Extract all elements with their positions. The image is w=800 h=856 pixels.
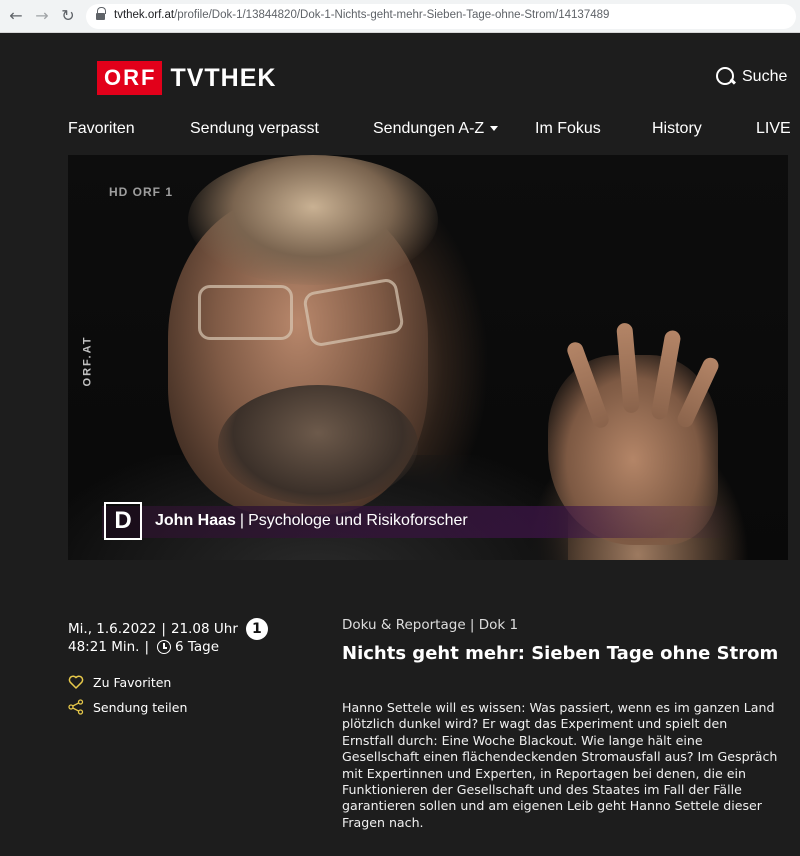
logo-orf: ORF [97,61,163,95]
add-to-favorites-button[interactable]: Zu Favoriten [68,674,171,690]
back-arrow-icon[interactable]: ← [6,6,26,26]
share-label: Sendung teilen [93,699,188,715]
add-to-favorites-label: Zu Favoriten [93,674,172,690]
episode-title: Nichts geht mehr: Sieben Tage ohne Strom [342,643,779,664]
heart-icon [68,675,84,689]
orf-tvthek-logo[interactable]: ORF TVTHEK [97,61,276,95]
video-player[interactable]: HD ORF 1 ORF.AT D John Haas | Psychologe u… [68,155,788,560]
episode-description: Hanno Settele will es wissen: Was passie… [342,700,778,830]
main-navigation: Favoriten Sendung verpasst Sendungen A-Z… [0,120,800,142]
caption-separator: | [239,512,245,529]
logo-tvthek: TVTHEK [170,63,277,92]
genre-breadcrumb[interactable]: Doku & Reportage | Dok 1 [342,617,518,633]
url-host: tvthek.orf.at [114,9,175,21]
share-icon [68,699,84,715]
caption-role: Psychologe und Risikoforscher [248,512,468,529]
orf-at-side-label: ORF.AT [81,335,94,387]
video-frame-hair [188,155,438,285]
channel-watermark: HD ORF 1 [109,185,174,199]
meta-separator: | [144,639,150,655]
duration: 48:21 Min. [68,639,140,655]
chevron-down-icon [490,126,499,132]
search-button[interactable]: Suche [716,67,787,87]
nav-item-favoriten[interactable]: Favoriten [68,120,135,138]
availability: 6 Tage [175,639,220,655]
address-bar[interactable]: tvthek.orf.at/profile/Dok-1/13844820/Dok… [86,4,796,29]
broadcast-date-time: Mi., 1.6.2022 | 21.08 Uhr 1 [68,618,268,640]
video-frame-glasses-left [198,285,293,340]
caption-name: John Haas [155,512,236,529]
video-caption: John Haas | Psychologe und Risikoforscher [155,512,468,530]
broadcast-time: 21.08 Uhr [170,621,238,637]
nav-item-sendung-verpasst[interactable]: Sendung verpasst [190,120,319,138]
browser-toolbar: ← → ↻ tvthek.orf.at/profile/Dok-1/138448… [0,0,800,33]
lock-icon [96,7,106,21]
search-icon [716,67,736,87]
duration-availability: 48:21 Min. | 6 Tage [68,639,219,655]
nav-item-sendungen-a-z-label: Sendungen A-Z [373,120,485,137]
meta-separator: | [161,621,166,637]
nav-item-live[interactable]: LIVE [756,120,791,138]
broadcast-date: Mi., 1.6.2022 [68,621,157,637]
dok1-logo: D [104,502,142,540]
channel-badge: 1 [245,618,268,640]
share-button[interactable]: Sendung teilen [68,699,187,715]
url-path: /profile/Dok-1/13844820/Dok-1-Nichts-geh… [174,9,610,21]
nav-item-im-fokus[interactable]: Im Fokus [535,120,601,138]
nav-item-history[interactable]: History [652,120,702,138]
clock-icon [157,640,172,654]
reload-icon[interactable]: ↻ [58,6,78,26]
nav-item-sendungen-a-z[interactable]: Sendungen A-Z [373,120,499,138]
url-text: tvthek.orf.at/profile/Dok-1/13844820/Dok… [114,9,609,21]
search-label: Suche [742,68,788,85]
video-frame-beard [218,385,418,505]
forward-arrow-icon[interactable]: → [32,6,52,26]
